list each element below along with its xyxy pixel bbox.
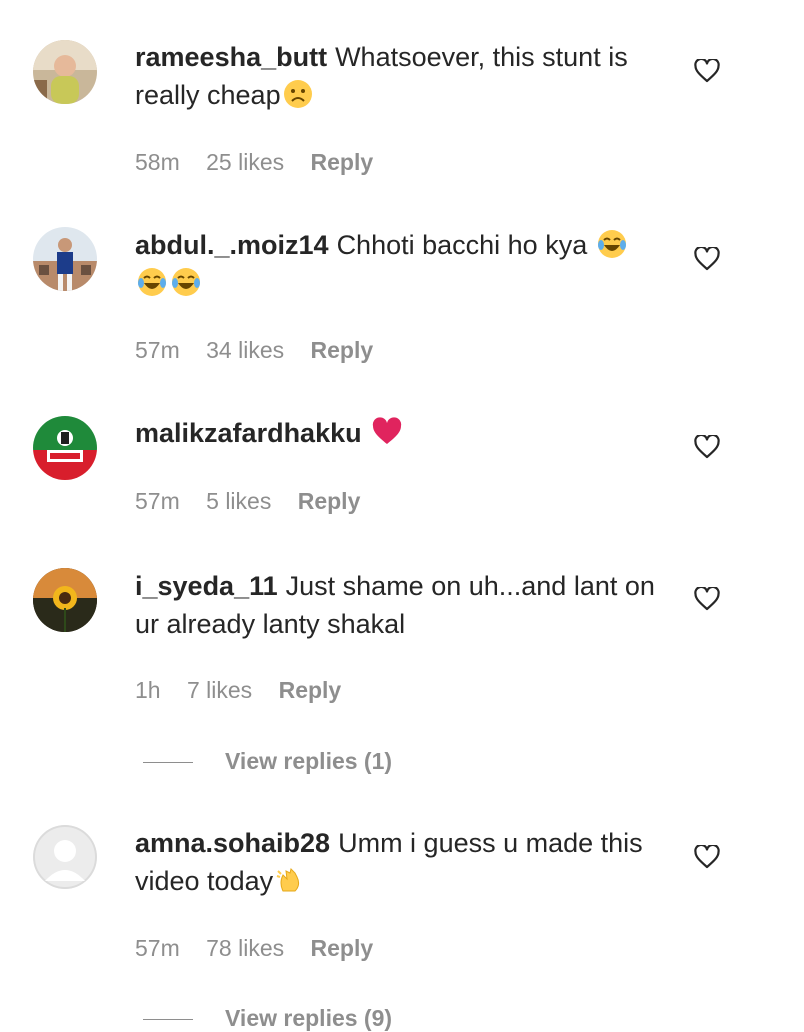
- heart-icon[interactable]: [694, 247, 720, 271]
- comment-username[interactable]: malikzafardhakku: [135, 418, 362, 448]
- view-replies-label: View replies (9): [225, 1005, 393, 1031]
- comment-text: i_syeda_11 Just shame on uh...and lant on…: [135, 567, 655, 643]
- comment-meta: 57m 78 likes Reply: [135, 934, 393, 962]
- comment-time: 1h: [135, 677, 161, 703]
- comment-time: 57m: [135, 337, 180, 363]
- comment-meta: 1h 7 likes Reply: [135, 676, 361, 704]
- comment-likes[interactable]: 34 likes: [206, 337, 284, 363]
- comment-username[interactable]: i_syeda_11: [135, 571, 278, 601]
- comment-username[interactable]: rameesha_butt: [135, 42, 327, 72]
- comment-likes[interactable]: 78 likes: [206, 935, 284, 961]
- clapping-hands-emoji-icon: [276, 868, 300, 892]
- comment-likes[interactable]: 5 likes: [206, 488, 271, 514]
- avatar[interactable]: [33, 825, 97, 889]
- laughing-tears-emoji-icon: [597, 230, 626, 258]
- avatar[interactable]: [33, 568, 97, 632]
- comment-username[interactable]: abdul._.moiz14: [135, 230, 329, 260]
- comment-meta: 58m 25 likes Reply: [135, 148, 393, 176]
- comment-time: 57m: [135, 935, 180, 961]
- comment-meta: 57m 34 likes Reply: [135, 336, 393, 364]
- avatar[interactable]: [33, 40, 97, 104]
- comment-likes[interactable]: 25 likes: [206, 149, 284, 175]
- comment-text: abdul._.moiz14 Chhoti bacchi ho kya: [135, 226, 655, 302]
- comment-text: rameesha_butt Whatsoever, this stunt is r…: [135, 38, 655, 114]
- avatar[interactable]: [33, 227, 97, 291]
- divider-line: [143, 762, 193, 764]
- comment-username[interactable]: amna.sohaib28: [135, 828, 330, 858]
- comment-meta: 57m 5 likes Reply: [135, 487, 380, 515]
- view-replies-label: View replies (1): [225, 748, 393, 774]
- heart-icon[interactable]: [694, 587, 720, 611]
- reply-button[interactable]: Reply: [298, 488, 361, 514]
- heart-icon[interactable]: [694, 845, 720, 869]
- frowning-face-emoji-icon: [283, 80, 312, 108]
- avatar[interactable]: [33, 416, 97, 480]
- laughing-tears-emoji-icon: [172, 268, 200, 296]
- reply-button[interactable]: Reply: [311, 337, 374, 363]
- heart-icon[interactable]: [694, 435, 720, 459]
- comment-body: Chhoti bacchi ho kya: [336, 230, 588, 260]
- view-replies-button[interactable]: View replies (1): [143, 747, 392, 775]
- reply-button[interactable]: Reply: [311, 149, 374, 175]
- comment-text: amna.sohaib28 Umm i guess u made this vid…: [135, 824, 655, 900]
- view-replies-button[interactable]: View replies (9): [143, 1004, 392, 1032]
- laughing-tears-emoji-icon: [138, 268, 166, 296]
- comment-likes[interactable]: 7 likes: [187, 677, 252, 703]
- comment-time: 58m: [135, 149, 180, 175]
- comment-text: malikzafardhakku: [135, 414, 655, 452]
- red-heart-emoji-icon: [372, 417, 401, 444]
- comment-time: 57m: [135, 488, 180, 514]
- heart-icon[interactable]: [694, 59, 720, 83]
- divider-line: [143, 1019, 193, 1021]
- reply-button[interactable]: Reply: [311, 935, 374, 961]
- reply-button[interactable]: Reply: [279, 677, 342, 703]
